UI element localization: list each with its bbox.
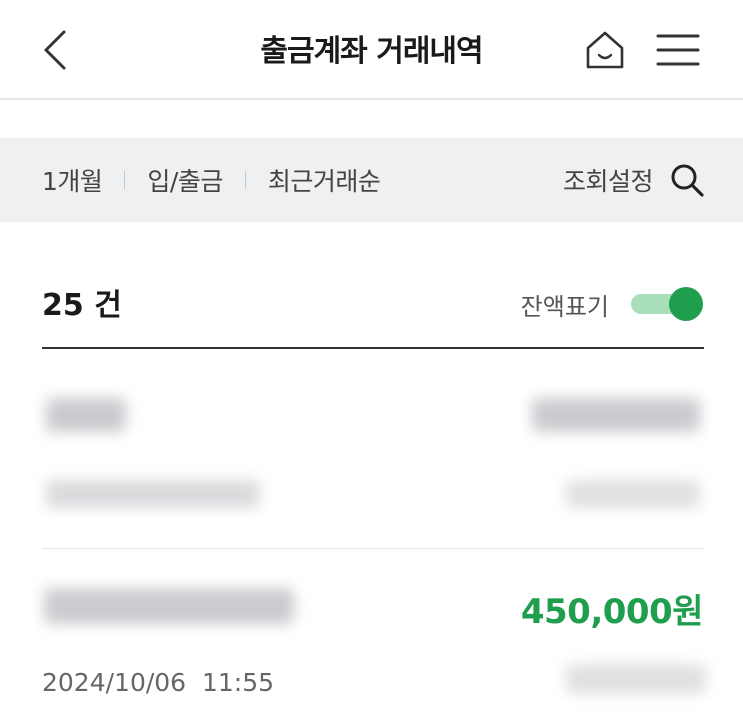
filter-summary: 1개월 입/출금 최근거래순 [42, 138, 381, 222]
row-divider [42, 548, 704, 549]
redacted-balance [566, 480, 700, 508]
menu-button[interactable] [650, 22, 706, 78]
balance-toggle-group: 잔액표기 [521, 284, 705, 324]
redacted-datetime [46, 480, 260, 508]
filter-sort[interactable]: 최근거래순 [268, 162, 381, 198]
search-settings-button[interactable]: 조회설정 [563, 138, 705, 222]
search-settings-label: 조회설정 [562, 167, 654, 196]
section-divider [42, 347, 704, 349]
transaction-datetime: 2024/10/06 11:55 [42, 668, 275, 697]
toggle-knob [669, 287, 703, 321]
transaction-count: 25 건 [42, 288, 122, 323]
redacted-amount [532, 398, 700, 432]
hamburger-menu-icon [656, 34, 700, 66]
filter-divider [124, 171, 126, 189]
filter-bar: 1개월 입/출금 최근거래순 조회설정 [0, 138, 743, 222]
filter-period[interactable]: 1개월 [42, 162, 103, 198]
redacted-description [46, 398, 126, 432]
redacted-balance [566, 664, 706, 694]
search-icon [671, 164, 704, 197]
filter-divider [244, 171, 246, 189]
home-button[interactable] [578, 22, 632, 78]
redacted-description [44, 588, 294, 624]
top-app-bar: 출금계좌 거래내역 [0, 0, 743, 100]
filter-type[interactable]: 입/출금 [147, 162, 223, 198]
transaction-amount: 450,000원 [520, 592, 704, 632]
balance-toggle-label: 잔액표기 [520, 292, 609, 321]
balance-toggle-switch[interactable] [631, 284, 705, 324]
home-icon [586, 31, 624, 69]
